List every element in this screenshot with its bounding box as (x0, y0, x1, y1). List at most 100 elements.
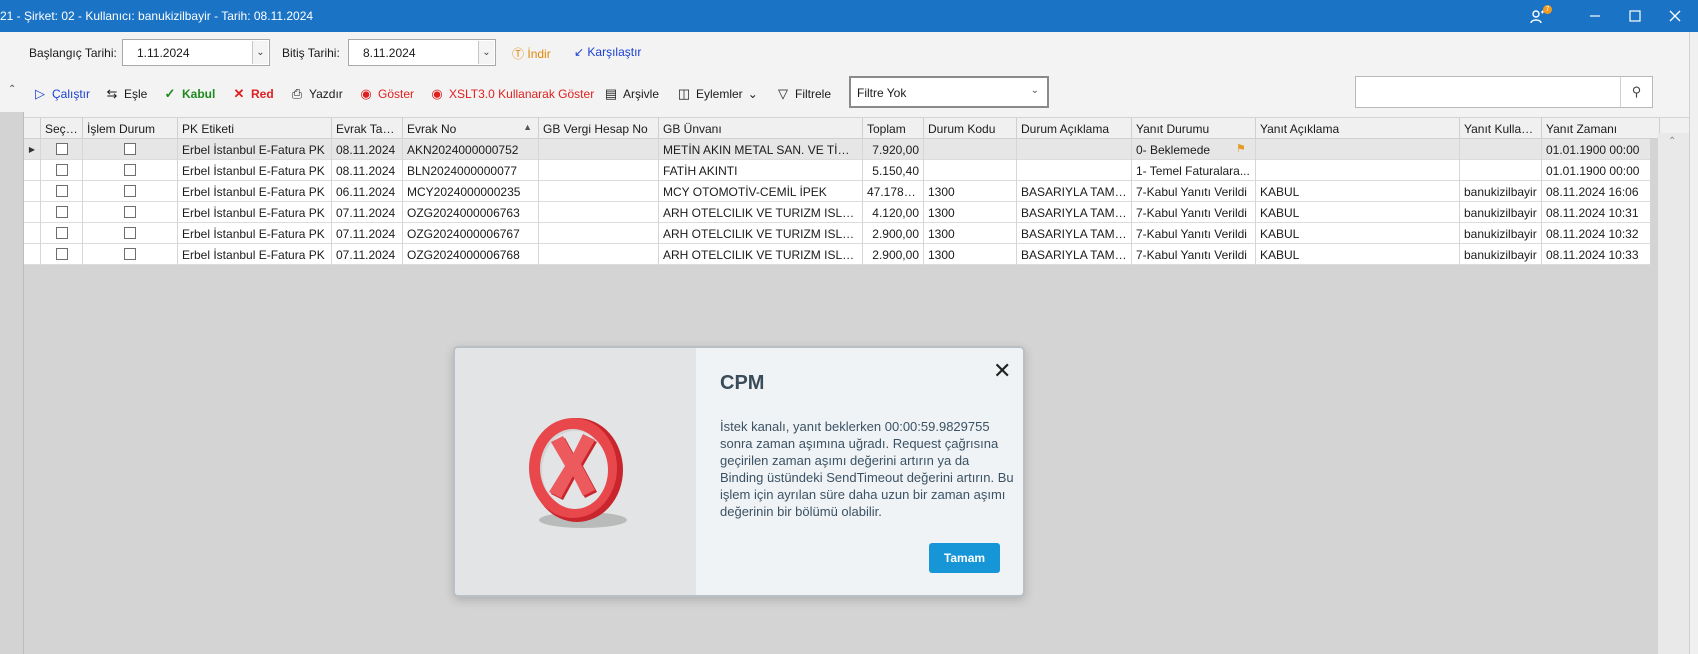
dialog-icon-pane (455, 348, 696, 595)
col-header-response-time[interactable]: Yanıt Zamanı (1542, 118, 1660, 139)
cell-title: MCY OTOMOTİV-CEMİL İPEK (659, 181, 863, 202)
accept-button[interactable]: ✓ Kabul (163, 86, 216, 102)
reject-label: Red (251, 87, 274, 101)
select-checkbox[interactable] (41, 202, 83, 223)
cell-response-desc (1256, 139, 1460, 160)
col-header-doc-no-label: Evrak No (407, 122, 457, 136)
xslt-show-button[interactable]: ◉ XSLT3.0 Kullanarak Göster (430, 86, 594, 102)
col-header-status-code[interactable]: Durum Kodu (924, 118, 1017, 139)
close-window-icon[interactable] (1652, 0, 1698, 32)
process-status-checkbox[interactable] (83, 139, 178, 160)
col-header-doc-date[interactable]: Evrak Tarihi (332, 118, 403, 139)
grid-header: Seçim İşlem Durum PK Etiketi Evrak Tarih… (24, 118, 1660, 139)
process-status-checkbox[interactable] (83, 244, 178, 265)
process-status-checkbox[interactable] (83, 202, 178, 223)
col-header-selection[interactable]: Seçim (41, 118, 83, 139)
cell-response-status: 1- Temel Faturalara... (1132, 160, 1256, 181)
table-row[interactable]: Erbel İstanbul E-Fatura PK 07.11.2024 OZG2… (24, 223, 1660, 244)
row-indicator: ▶ (24, 139, 41, 160)
col-header-pk-label[interactable]: PK Etiketi (178, 118, 332, 139)
cell-status-desc: BASARIYLA TAMA... (1017, 202, 1132, 223)
select-checkbox[interactable] (41, 244, 83, 265)
cell-total: 2.900,00 (863, 244, 924, 265)
select-checkbox[interactable] (41, 223, 83, 244)
col-header-status-desc[interactable]: Durum Açıklama (1017, 118, 1132, 139)
select-checkbox[interactable] (41, 181, 83, 202)
cell-response-user: banukizilbayir (1460, 223, 1542, 244)
col-header-doc-no[interactable]: Evrak No ▲ (403, 118, 539, 139)
search-icon[interactable]: ⚲ (1620, 77, 1652, 107)
col-header-response-user[interactable]: Yanıt Kullanıcı (1460, 118, 1542, 139)
match-button[interactable]: ⇆ Eşle (105, 86, 148, 102)
grid-vertical-scrollbar[interactable]: ⌃ (1658, 133, 1689, 654)
compare-button[interactable]: ↙ Karşılaştır (574, 45, 641, 59)
table-row[interactable]: Erbel İstanbul E-Fatura PK 08.11.2024 BLN2… (24, 160, 1660, 181)
select-checkbox[interactable] (41, 160, 83, 181)
table-row[interactable]: Erbel İstanbul E-Fatura PK 07.11.2024 OZG2… (24, 202, 1660, 223)
table-row[interactable]: Erbel İstanbul E-Fatura PK 06.11.2024 MCY2… (24, 181, 1660, 202)
ok-button[interactable]: Tamam (929, 543, 1000, 573)
col-header-total[interactable]: Toplam (863, 118, 924, 139)
start-date-picker[interactable]: 1.11.2024 ⌄ (122, 39, 270, 66)
compare-label: Karşılaştır (587, 45, 642, 59)
cell-response-user: banukizilbayir (1460, 202, 1542, 223)
cell-response-user: banukizilbayir (1460, 244, 1542, 265)
run-button[interactable]: ▷ Çalıştır (33, 86, 90, 102)
col-header-process-status[interactable]: İşlem Durum (83, 118, 178, 139)
table-row[interactable]: Erbel İstanbul E-Fatura PK 07.11.2024 OZG2… (24, 244, 1660, 265)
row-indicator (24, 202, 41, 223)
end-date-picker[interactable]: 8.11.2024 ⌄ (348, 39, 496, 66)
window-title: 21 - Şirket: 02 - Kullanıcı: banukizilba… (0, 9, 314, 23)
show-button[interactable]: ◉ Göster (359, 86, 414, 102)
reject-button[interactable]: ✕ Red (232, 86, 274, 102)
cell-pk-label: Erbel İstanbul E-Fatura PK (178, 244, 332, 265)
compare-icon: ↙ (574, 45, 585, 59)
cell-response-desc (1256, 160, 1460, 181)
archive-label: Arşivle (623, 87, 660, 101)
window-scrollbar[interactable] (1689, 32, 1698, 654)
notification-icon[interactable]: 7 (1530, 5, 1554, 26)
filter-button[interactable]: ▽ Filtrele (776, 86, 831, 102)
cell-status-code (924, 160, 1017, 181)
accept-label: Kabul (182, 87, 216, 101)
archive-button[interactable]: ▤ Arşivle (604, 86, 659, 102)
download-label: İndir (527, 47, 551, 61)
cell-doc-date: 07.11.2024 (332, 244, 403, 265)
panel-icon: ◫ (677, 86, 691, 101)
cell-response-desc: KABUL (1256, 244, 1460, 265)
eye-icon: ◉ (431, 86, 443, 101)
cell-status-code: 1300 (924, 223, 1017, 244)
col-header-response-desc[interactable]: Yanıt Açıklama (1256, 118, 1460, 139)
chevron-down-icon[interactable]: ⌄ (252, 41, 268, 64)
print-button[interactable]: ⎙ Yazdır (290, 86, 343, 102)
cell-response-desc: KABUL (1256, 223, 1460, 244)
cell-doc-no: BLN2024000000077 (403, 160, 539, 181)
cell-doc-date: 07.11.2024 (332, 202, 403, 223)
cell-status-desc (1017, 139, 1132, 160)
cell-response-user (1460, 139, 1542, 160)
error-dialog: CPM ✕ İstek kanalı, yanıt beklerken 00:0… (453, 346, 1025, 597)
check-icon: ✓ (164, 86, 176, 101)
col-header-response-status[interactable]: Yanıt Durumu (1132, 118, 1256, 139)
table-row[interactable]: ▶ Erbel İstanbul E-Fatura PK 08.11.2024 AKN… (24, 139, 1660, 160)
select-checkbox[interactable] (41, 139, 83, 160)
process-status-checkbox[interactable] (83, 181, 178, 202)
process-status-checkbox[interactable] (83, 223, 178, 244)
row-indicator (24, 181, 41, 202)
cell-response-status: 7-Kabul Yanıtı Verildi (1132, 244, 1256, 265)
download-button[interactable]: Ⓣ İndir (512, 45, 551, 62)
chevron-down-icon[interactable]: ⌄ (478, 41, 494, 64)
collapse-chevron-icon[interactable]: ⌃ (8, 84, 16, 95)
actions-menu-button[interactable]: ◫ Eylemler ⌄ (677, 86, 758, 102)
process-status-checkbox[interactable] (83, 160, 178, 181)
date-filter-bar: Başlangıç Tarihi: 1.11.2024 ⌄ Bitiş Tari… (0, 32, 1689, 74)
actions-label: Eylemler (696, 87, 743, 101)
print-label: Yazdır (309, 87, 343, 101)
close-icon[interactable]: ✕ (993, 358, 1011, 384)
flag-icon: ⚑ (1236, 143, 1246, 155)
scroll-up-icon[interactable]: ⌃ (1668, 136, 1676, 147)
filter-select[interactable]: Filtre Yok ⌄ (849, 76, 1049, 108)
search-input[interactable]: ⚲ (1355, 76, 1653, 108)
col-header-title[interactable]: GB Ünvanı (659, 118, 863, 139)
col-header-tax-no[interactable]: GB Vergi Hesap No (539, 118, 659, 139)
